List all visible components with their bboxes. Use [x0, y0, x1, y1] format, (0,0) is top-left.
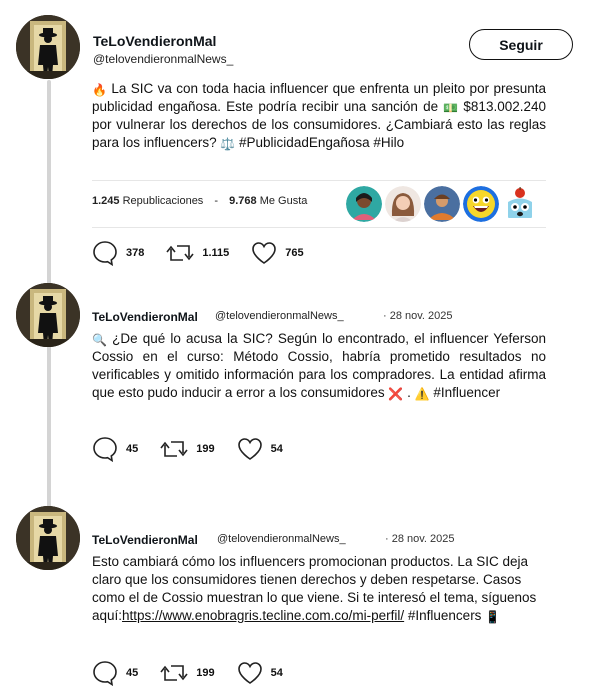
retweet-icon [160, 665, 188, 681]
magnifier-icon: 🔍 [92, 333, 107, 347]
fire-icon: 🔥 [92, 83, 107, 97]
tweet-date[interactable]: · 28 nov. 2025 [385, 533, 455, 545]
retweet-icon [160, 441, 188, 457]
retweet-button[interactable]: 199 [160, 437, 215, 461]
avatar-girl-icon[interactable] [385, 186, 421, 222]
reply-button[interactable]: 378 [92, 240, 144, 266]
money-icon: 💵 [443, 101, 459, 115]
tweet-date[interactable]: · 28 nov. 2025 [383, 310, 453, 322]
likes-stat[interactable]: 9.768 Me Gusta [229, 195, 307, 207]
reply-button[interactable]: 45 [92, 660, 138, 686]
retweet-button[interactable]: 199 [160, 661, 215, 685]
scales-icon: ⚖️ [220, 137, 236, 151]
hashtags[interactable]: #PublicidadEngañosa #Hilo [235, 135, 404, 150]
author-avatar[interactable] [16, 283, 80, 347]
author-handle[interactable]: @telovendieronmalNews_ [93, 52, 233, 66]
mobile-phone-icon: 📱 [485, 610, 501, 624]
author-avatar[interactable] [16, 506, 80, 570]
tweet-actions: 45 199 54 [92, 660, 305, 686]
reposts-stat[interactable]: 1.245 Republicaciones [92, 195, 203, 207]
reply-button[interactable]: 45 [92, 436, 138, 462]
profile-link[interactable]: https://www.enobragris.tecline.com.co/mi… [122, 608, 404, 623]
reply-icon [93, 437, 117, 462]
hashtags[interactable]: #Influencers [404, 608, 485, 623]
avatar-woman-icon[interactable] [346, 186, 382, 222]
apple-face-icon[interactable] [502, 186, 538, 222]
tweet-text: Esto cambiará cómo los influencers promo… [92, 554, 537, 624]
engagement-stats: 1.245 Republicaciones - 9.768 Me Gusta [92, 195, 308, 207]
retweet-button[interactable]: 1.115 [166, 241, 229, 265]
reply-icon [93, 661, 117, 686]
author-name[interactable]: TeLoVendieronMal [92, 533, 198, 547]
author-handle[interactable]: @telovendieronmalNews_ [217, 533, 346, 545]
divider [92, 180, 546, 181]
like-button[interactable]: 765 [251, 241, 304, 265]
awesome-face-icon[interactable] [463, 186, 499, 222]
author-handle[interactable]: @telovendieronmalNews_ [215, 310, 344, 322]
author-avatar[interactable] [16, 15, 80, 79]
reply-icon [93, 241, 117, 266]
warning-icon: ⚠️ [414, 387, 430, 401]
cross-mark-icon: ❌ [388, 387, 404, 401]
tweet-text: 🔍 ¿De qué lo acusa la SIC? Según lo enco… [92, 331, 546, 401]
follow-button[interactable]: Seguir [469, 29, 573, 60]
author-name[interactable]: TeLoVendieronMal [93, 33, 216, 49]
tweet-actions: 378 1.115 765 [92, 240, 326, 266]
like-button[interactable]: 54 [237, 661, 283, 685]
retweet-icon [166, 245, 194, 261]
author-name[interactable]: TeLoVendieronMal [92, 310, 198, 324]
like-button[interactable]: 54 [237, 437, 283, 461]
tweet-actions: 45 199 54 [92, 436, 305, 462]
heart-icon [237, 438, 262, 460]
heart-icon [252, 242, 277, 264]
tweet-text: 🔥 La SIC va con toda hacia influencer qu… [92, 81, 546, 151]
heart-icon [237, 662, 262, 684]
likers-avatars[interactable] [346, 186, 541, 222]
avatar-group-icon[interactable] [424, 186, 460, 222]
divider [92, 227, 546, 228]
hashtags[interactable]: #Influencer [430, 385, 500, 400]
